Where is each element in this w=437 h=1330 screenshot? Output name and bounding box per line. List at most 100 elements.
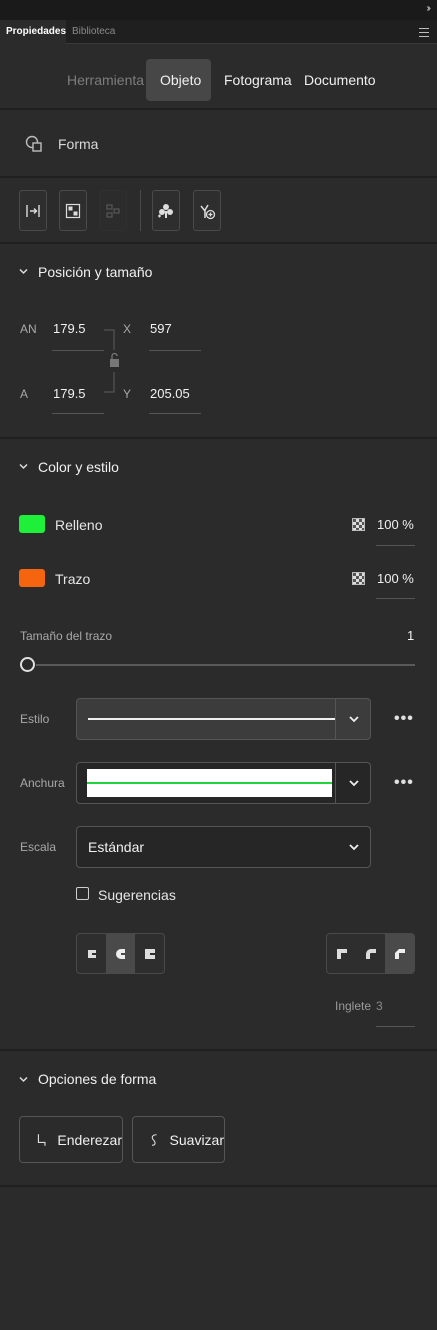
width-profile-label: Anchura bbox=[20, 776, 65, 790]
width-field[interactable]: 179.5 bbox=[53, 321, 86, 336]
join-round-button[interactable] bbox=[356, 934, 385, 973]
smooth-button[interactable]: Suavizar bbox=[132, 1116, 225, 1163]
align-button[interactable] bbox=[19, 190, 47, 231]
scale-label: Escala bbox=[20, 840, 57, 854]
miter-label: Inglete bbox=[335, 999, 372, 1013]
plant-add-icon bbox=[200, 204, 216, 219]
y-label: Y bbox=[123, 387, 132, 401]
lock-proportions-icon[interactable] bbox=[104, 326, 120, 396]
join-miter-button[interactable] bbox=[327, 934, 356, 973]
divider bbox=[0, 1049, 437, 1051]
chevron-down-icon[interactable] bbox=[19, 267, 28, 276]
add-effect-button[interactable] bbox=[152, 190, 180, 231]
fill-color-swatch[interactable] bbox=[19, 515, 45, 533]
stroke-color-swatch[interactable] bbox=[19, 569, 45, 587]
divider bbox=[0, 1185, 437, 1187]
join-bevel-button[interactable] bbox=[385, 934, 414, 973]
field-underline bbox=[376, 598, 415, 599]
tab-documento[interactable]: Documento bbox=[290, 59, 390, 101]
fill-alpha-field[interactable]: 100 % bbox=[377, 517, 414, 532]
straighten-button[interactable]: Enderezar bbox=[19, 1116, 123, 1163]
align-edge-icon bbox=[26, 204, 40, 217]
dropdown-divider bbox=[335, 699, 336, 739]
scale-selected-value: Estándar bbox=[88, 839, 145, 855]
stroke-size-value[interactable]: 1 bbox=[407, 628, 414, 643]
cap-square-button[interactable] bbox=[135, 934, 164, 973]
style-more-button[interactable]: ••• bbox=[394, 710, 414, 728]
divider bbox=[0, 176, 437, 178]
stroke-size-slider-thumb[interactable] bbox=[20, 657, 35, 672]
section-title-position[interactable]: Posición y tamaño bbox=[38, 264, 152, 280]
chevron-down-icon bbox=[349, 716, 359, 723]
panel-tab-bar: Propiedades Biblioteca bbox=[0, 20, 437, 44]
straighten-label: Enderezar bbox=[57, 1131, 122, 1148]
hints-checkbox[interactable] bbox=[76, 887, 89, 900]
solid-line-preview bbox=[88, 718, 335, 720]
field-underline bbox=[52, 350, 104, 351]
stroke-size-slider-track[interactable] bbox=[36, 664, 415, 666]
join-round-icon bbox=[365, 948, 376, 959]
width-label: AN bbox=[20, 322, 37, 336]
fill-label: Relleno bbox=[55, 517, 103, 533]
hints-label: Sugerencias bbox=[98, 887, 176, 903]
break-apart-button[interactable] bbox=[99, 190, 127, 231]
panel-header-bar: ›› bbox=[0, 0, 437, 20]
miter-field[interactable]: 3 bbox=[376, 999, 383, 1013]
dropdown-divider bbox=[335, 763, 336, 803]
toolbar-separator bbox=[140, 190, 141, 231]
smooth-label: Suavizar bbox=[169, 1131, 224, 1148]
section-title-color-style[interactable]: Color y estilo bbox=[38, 459, 119, 475]
field-underline bbox=[376, 1026, 415, 1027]
club-shape-icon bbox=[158, 203, 173, 218]
cap-round-icon bbox=[115, 948, 126, 959]
x-field[interactable]: 597 bbox=[150, 321, 172, 336]
chevron-down-icon[interactable] bbox=[19, 462, 28, 471]
cap-style-group bbox=[76, 933, 165, 974]
chevron-down-icon[interactable] bbox=[19, 1075, 28, 1084]
divider bbox=[0, 242, 437, 244]
straighten-icon bbox=[37, 1133, 46, 1146]
stroke-alpha-field[interactable]: 100 % bbox=[377, 571, 414, 586]
break-apart-icon bbox=[106, 203, 120, 218]
chevron-down-icon bbox=[349, 844, 359, 851]
cap-round-button[interactable] bbox=[106, 934, 135, 973]
cap-square-icon bbox=[144, 948, 155, 959]
section-title-shape-options[interactable]: Opciones de forma bbox=[38, 1071, 156, 1087]
object-type-label: Forma bbox=[58, 136, 99, 152]
join-style-group bbox=[326, 933, 415, 974]
height-field[interactable]: 179.5 bbox=[53, 386, 86, 401]
stroke-label: Trazo bbox=[55, 571, 91, 587]
shape-icon bbox=[25, 135, 42, 152]
width-profile-dropdown[interactable] bbox=[76, 762, 371, 804]
panel-menu-icon[interactable] bbox=[419, 28, 429, 37]
collapse-panel-button[interactable]: ›› bbox=[426, 3, 430, 14]
tab-objeto[interactable]: Objeto bbox=[146, 59, 211, 101]
join-bevel-icon bbox=[394, 948, 405, 959]
y-field[interactable]: 205.05 bbox=[150, 386, 190, 401]
width-more-button[interactable]: ••• bbox=[394, 774, 414, 792]
stroke-size-label: Tamaño del trazo bbox=[20, 629, 113, 643]
tab-biblioteca[interactable]: Biblioteca bbox=[66, 20, 121, 44]
alpha-checker-icon bbox=[352, 518, 365, 531]
field-underline bbox=[52, 413, 104, 414]
tab-herramienta[interactable]: Herramienta bbox=[53, 59, 158, 101]
style-label: Estilo bbox=[20, 712, 50, 726]
convert-symbol-button[interactable] bbox=[59, 190, 87, 231]
join-miter-icon bbox=[336, 948, 347, 959]
height-label: A bbox=[20, 387, 29, 401]
divider bbox=[0, 437, 437, 439]
width-profile-preview bbox=[87, 769, 332, 797]
field-underline bbox=[376, 545, 415, 546]
x-label: X bbox=[123, 322, 132, 336]
field-underline bbox=[149, 413, 201, 414]
chevron-down-icon bbox=[349, 780, 359, 787]
cap-none-button[interactable] bbox=[77, 934, 106, 973]
cap-none-icon bbox=[87, 949, 97, 958]
smooth-icon bbox=[151, 1133, 157, 1146]
divider bbox=[0, 108, 437, 110]
add-asset-button[interactable] bbox=[193, 190, 221, 231]
symbol-grid-icon bbox=[65, 203, 81, 218]
tab-propiedades[interactable]: Propiedades bbox=[0, 20, 66, 44]
stroke-style-dropdown[interactable] bbox=[76, 698, 371, 740]
scale-dropdown[interactable]: Estándar bbox=[76, 826, 371, 868]
